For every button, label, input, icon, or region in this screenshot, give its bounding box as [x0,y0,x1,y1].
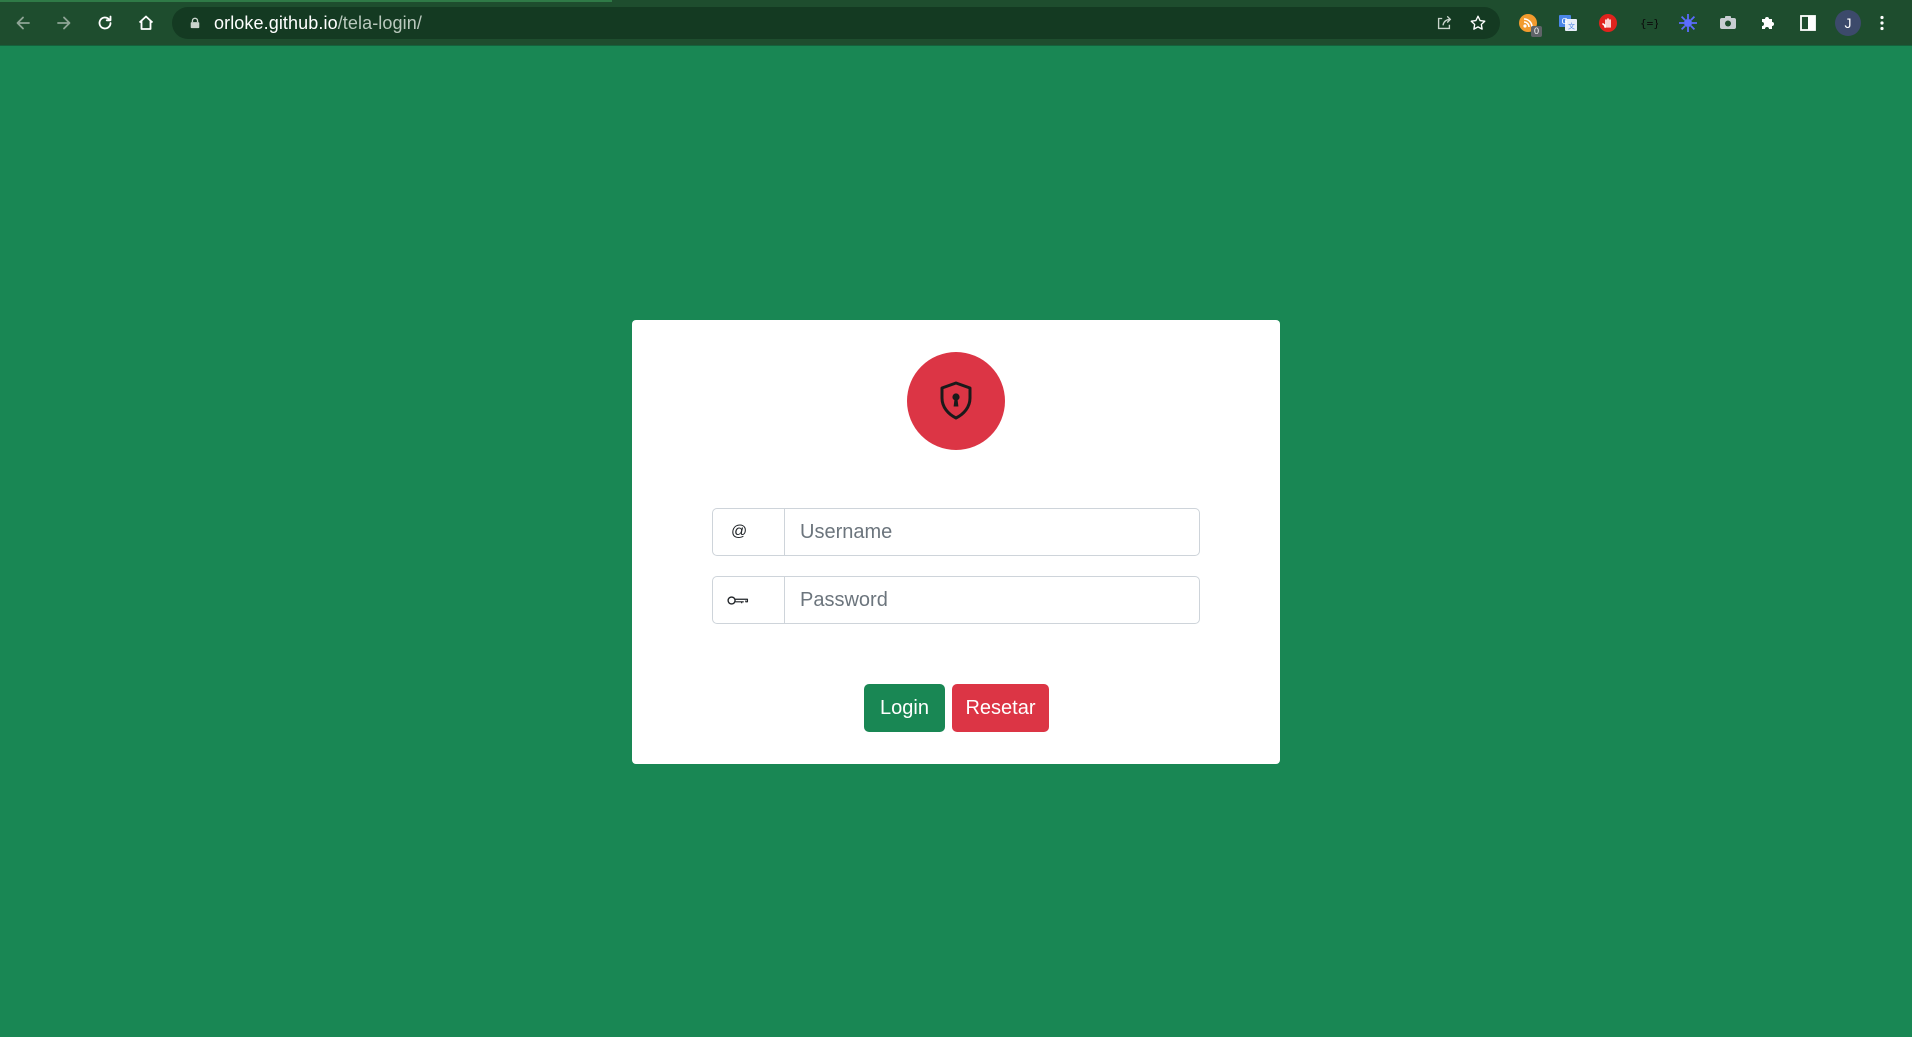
side-panel-icon [1800,15,1816,31]
extension-hand[interactable] [1588,7,1628,39]
reload-icon [98,15,112,29]
svg-text:G: G [1562,17,1568,26]
login-card: @ Login Resetar [632,320,1280,764]
extension-sun[interactable] [1668,7,1708,39]
hand-stop-icon [1599,14,1617,32]
password-input[interactable] [785,577,1199,623]
extension-rss[interactable]: 0 [1508,7,1548,39]
at-sign-addon: @ [713,509,785,555]
url-path: /tela-login/ [337,12,422,33]
login-button[interactable]: Login [864,684,945,732]
reload-button[interactable] [89,7,121,39]
address-bar[interactable]: orloke.github.io/tela-login/ [172,7,1500,39]
key-icon [727,595,749,605]
browser-toolbar: orloke.github.io/tela-login/ 0 G文 {=} J [0,0,1912,46]
extension-badge: 0 [1530,26,1542,37]
svg-text:{=}: {=} [1640,17,1658,30]
side-panel-button[interactable] [1788,7,1828,39]
browser-menu-button[interactable] [1868,7,1896,39]
url-text[interactable]: orloke.github.io/tela-login/ [214,13,422,34]
arrow-left-icon [16,16,30,29]
avatar: J [1835,10,1861,36]
extensions-bar: 0 G文 {=} J [1508,7,1896,39]
shield-keyhole-icon [940,381,972,420]
page-content: @ Login Resetar [0,46,1912,1037]
more-vertical-icon [1880,15,1884,31]
home-button[interactable] [130,7,162,39]
extension-translate[interactable]: G文 [1548,7,1588,39]
home-icon [138,15,154,30]
share-icon[interactable] [1434,13,1454,33]
reset-button[interactable]: Resetar [952,684,1049,732]
sparkle-icon [1679,14,1697,32]
extension-camera[interactable] [1708,7,1748,39]
code-brackets-icon: {=} [1640,17,1658,30]
password-input-group [712,576,1200,624]
key-addon [713,577,785,623]
lock-icon[interactable] [188,16,202,30]
bookmark-star-icon[interactable] [1468,13,1488,33]
logo-badge [907,352,1005,450]
back-button[interactable] [7,7,39,39]
url-host: orloke.github.io [214,12,338,33]
forward-button[interactable] [48,7,80,39]
tab-strip-accent [0,0,612,2]
username-input-group: @ [712,508,1200,556]
translate-icon: G文 [1559,15,1577,31]
username-input[interactable] [785,509,1199,555]
profile-button[interactable]: J [1828,7,1868,39]
arrow-right-icon [57,16,71,29]
camera-icon [1720,16,1736,29]
puzzle-icon [1762,17,1774,29]
svg-text:文: 文 [1568,22,1575,31]
extension-brackets[interactable]: {=} [1628,7,1668,39]
extensions-menu-button[interactable] [1748,7,1788,39]
